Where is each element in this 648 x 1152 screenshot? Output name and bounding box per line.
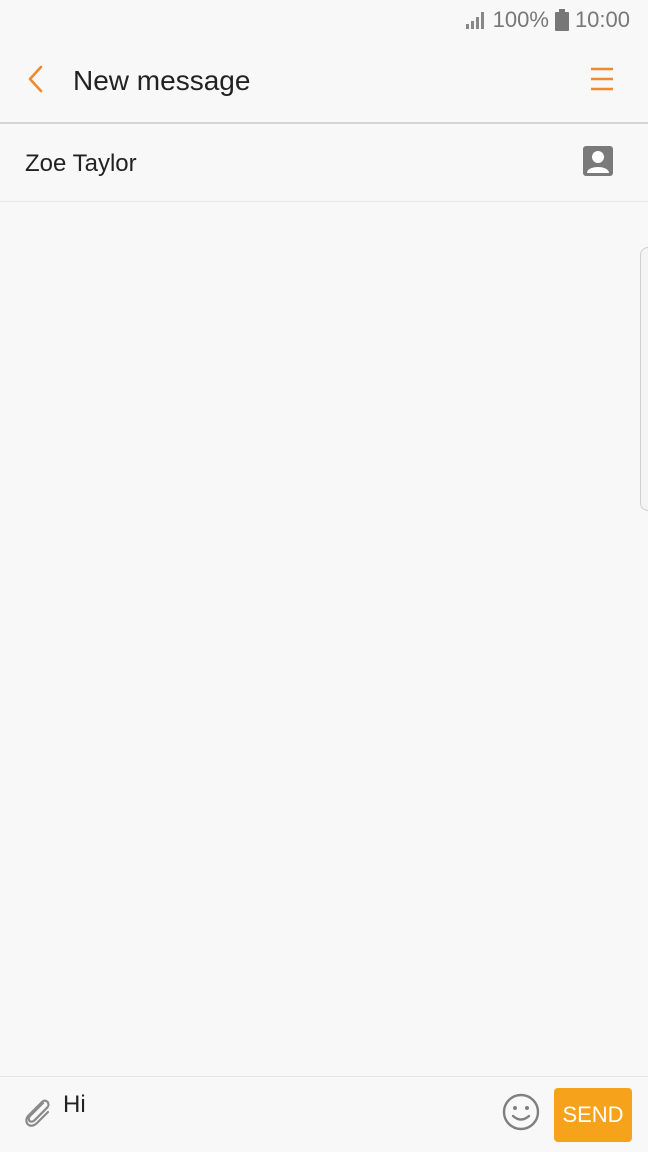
- clock: 10:00: [574, 7, 630, 32]
- app-bar: New message: [0, 40, 648, 124]
- signal-icon: [465, 10, 487, 30]
- conversation-area: [0, 203, 648, 1075]
- hamburger-menu-icon: [589, 66, 615, 97]
- attach-button[interactable]: [12, 1085, 62, 1145]
- status-bar: 100% 10:00: [0, 0, 648, 40]
- menu-button[interactable]: [574, 39, 630, 123]
- message-composer: SEND: [0, 1076, 648, 1152]
- smiley-icon: [501, 1092, 541, 1137]
- page-title: New message: [73, 65, 251, 96]
- contact-card-icon: [583, 146, 613, 181]
- back-button[interactable]: [0, 39, 72, 123]
- battery-percent: 100%: [492, 7, 549, 32]
- edge-panel-handle[interactable]: [640, 247, 648, 511]
- battery-icon: [554, 9, 569, 31]
- send-button[interactable]: SEND: [554, 1088, 632, 1142]
- paperclip-icon: [20, 1095, 54, 1134]
- emoji-button[interactable]: [494, 1085, 548, 1145]
- chevron-left-icon: [26, 64, 46, 99]
- recipient-field[interactable]: Zoe Taylor: [0, 126, 648, 202]
- contacts-button[interactable]: [570, 136, 626, 192]
- message-input[interactable]: [62, 1079, 494, 1142]
- recipient-name: Zoe Taylor: [25, 149, 137, 177]
